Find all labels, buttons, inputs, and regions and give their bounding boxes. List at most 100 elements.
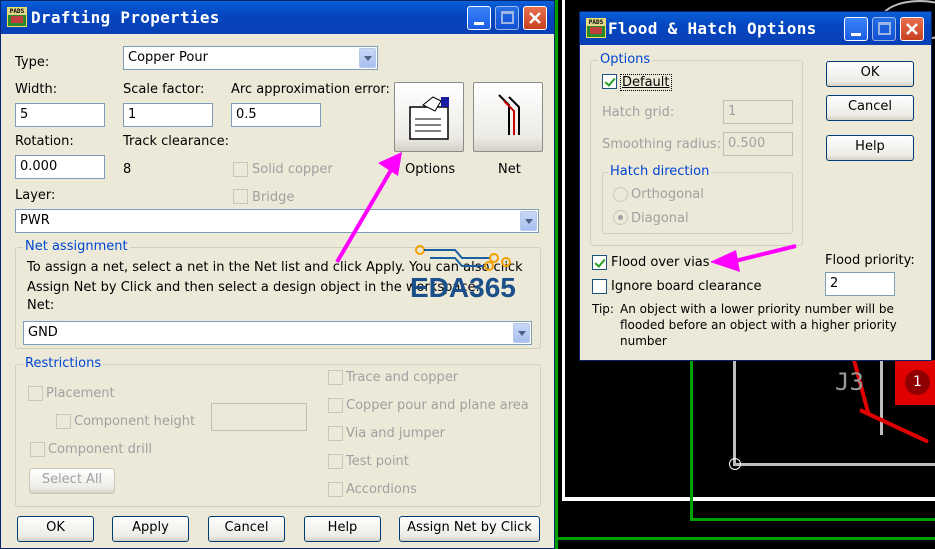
title-bar[interactable]: PADS Flood & Hatch Options	[580, 12, 931, 45]
layer-select[interactable]: PWR	[15, 209, 539, 233]
arc-approximation-input[interactable]: 0.5	[231, 103, 321, 127]
hatch-grid-label: Hatch grid:	[602, 105, 675, 120]
pad-hole: 1	[905, 370, 930, 395]
select-all-button[interactable]: Select All	[29, 468, 115, 494]
window-title: Drafting Properties	[31, 8, 220, 27]
close-button[interactable]	[900, 17, 924, 41]
title-bar[interactable]: PADS Drafting Properties	[1, 1, 554, 34]
rotation-label: Rotation:	[15, 134, 74, 149]
hatch-grid-input[interactable]: 1	[723, 100, 793, 124]
diagonal-radio[interactable]	[613, 210, 628, 225]
component-drill-label: Component drill	[48, 442, 153, 457]
assign-net-by-click-button[interactable]: Assign Net by Click	[399, 516, 540, 542]
scale-factor-input[interactable]: 1	[123, 103, 213, 127]
component-height-input[interactable]	[211, 403, 307, 431]
minimize-icon	[474, 22, 484, 25]
maximize-button[interactable]	[495, 6, 519, 30]
net-assignment-title: Net assignment	[23, 239, 130, 254]
default-checkbox[interactable]	[602, 74, 617, 89]
via-jumper-checkbox[interactable]	[328, 426, 343, 441]
trace-copper-checkbox[interactable]	[328, 370, 343, 385]
flood-help-button[interactable]: Help	[826, 135, 914, 161]
close-button[interactable]	[523, 6, 547, 30]
circuit-logo-icon	[415, 245, 511, 271]
options-group-title: Options	[598, 52, 653, 67]
net-select[interactable]: GND	[23, 321, 532, 345]
ok-button[interactable]: OK	[17, 516, 94, 542]
flood-cancel-button[interactable]: Cancel	[826, 95, 914, 121]
type-label: Type:	[15, 55, 50, 70]
bridge-checkbox[interactable]	[233, 189, 248, 204]
maximize-button[interactable]	[872, 17, 896, 41]
ref-designator: J3	[835, 368, 864, 396]
track-clearance-value: 8	[123, 162, 132, 177]
net-icon	[498, 94, 520, 135]
restrictions-title: Restrictions	[23, 356, 104, 371]
help-button[interactable]: Help	[304, 516, 381, 542]
track-clearance-label: Track clearance:	[123, 134, 229, 149]
flood-over-vias-label: Flood over vias	[611, 255, 710, 270]
options-button[interactable]	[394, 82, 464, 152]
flood-ok-button[interactable]: OK	[826, 61, 914, 87]
placement-checkbox[interactable]	[28, 386, 43, 401]
ignore-board-clearance-label: Ignore board clearance	[611, 279, 762, 294]
pcb-outline	[733, 463, 935, 466]
component-drill-checkbox[interactable]	[30, 442, 45, 457]
via-jumper-label: Via and jumper	[346, 426, 446, 441]
chevron-down-icon	[359, 48, 376, 68]
options-label: Options	[405, 162, 456, 177]
cancel-button[interactable]: Cancel	[208, 516, 285, 542]
solid-copper-checkbox[interactable]	[233, 162, 248, 177]
test-point-label: Test point	[346, 454, 409, 469]
apply-button[interactable]: Apply	[112, 516, 189, 542]
minimize-button[interactable]	[844, 17, 868, 41]
copper-pour-plane-checkbox[interactable]	[328, 398, 343, 413]
pcb-outline	[733, 360, 736, 465]
scale-factor-label: Scale factor:	[123, 82, 205, 97]
bridge-label: Bridge	[252, 190, 295, 205]
pcb-outline	[880, 360, 883, 435]
component-height-label: Component height	[74, 414, 196, 429]
flood-over-vias-checkbox[interactable]	[592, 255, 607, 270]
rotation-input[interactable]: 0.000	[15, 155, 105, 179]
watermark-text: EDA365	[410, 272, 516, 303]
chevron-down-icon	[513, 323, 530, 343]
width-input[interactable]: 5	[15, 103, 105, 127]
smoothing-radius-input[interactable]: 0.500	[723, 132, 793, 156]
trace-copper-label: Trace and copper	[346, 370, 459, 385]
width-label: Width:	[15, 82, 58, 97]
ignore-board-clearance-checkbox[interactable]	[592, 279, 607, 294]
type-value: Copper Pour	[128, 50, 208, 65]
net-button[interactable]	[473, 82, 543, 152]
pcb-trace	[555, 0, 558, 549]
solid-copper-label: Solid copper	[252, 162, 333, 177]
accordions-checkbox[interactable]	[328, 482, 343, 497]
smoothing-radius-label: Smoothing radius:	[602, 137, 721, 152]
net-field-label: Net:	[27, 298, 55, 313]
flood-hatch-options-window[interactable]: PADS Flood & Hatch Options Options Defau…	[579, 11, 932, 361]
type-select[interactable]: Copper Pour	[123, 46, 378, 70]
pads-app-icon: PADS	[7, 7, 27, 27]
tip-text-line3: number	[620, 334, 667, 348]
board-outline	[562, 0, 565, 500]
orthogonal-label: Orthogonal	[631, 187, 704, 202]
eda365-watermark: EDA365	[410, 240, 530, 305]
minimize-icon	[851, 33, 861, 36]
diagonal-label: Diagonal	[631, 211, 689, 226]
tip-label: Tip:	[592, 302, 614, 316]
placement-label: Placement	[46, 386, 115, 401]
board-outline	[562, 497, 935, 501]
net-value: GND	[28, 325, 58, 340]
chevron-down-icon	[520, 211, 537, 231]
orthogonal-radio[interactable]	[613, 187, 628, 202]
minimize-button[interactable]	[467, 6, 491, 30]
maximize-icon	[878, 22, 891, 35]
component-height-checkbox[interactable]	[56, 414, 71, 429]
tip-text-line2: flooded before an object with a higher p…	[620, 318, 897, 332]
copper-pour-plane-label: Copper pour and plane area	[346, 398, 529, 413]
test-point-checkbox[interactable]	[328, 454, 343, 469]
hatch-direction-title: Hatch direction	[608, 164, 712, 179]
flood-priority-input[interactable]: 2	[825, 272, 895, 296]
maximize-icon	[501, 11, 514, 24]
tip-text-line1: An object with a lower priority number w…	[620, 302, 894, 316]
